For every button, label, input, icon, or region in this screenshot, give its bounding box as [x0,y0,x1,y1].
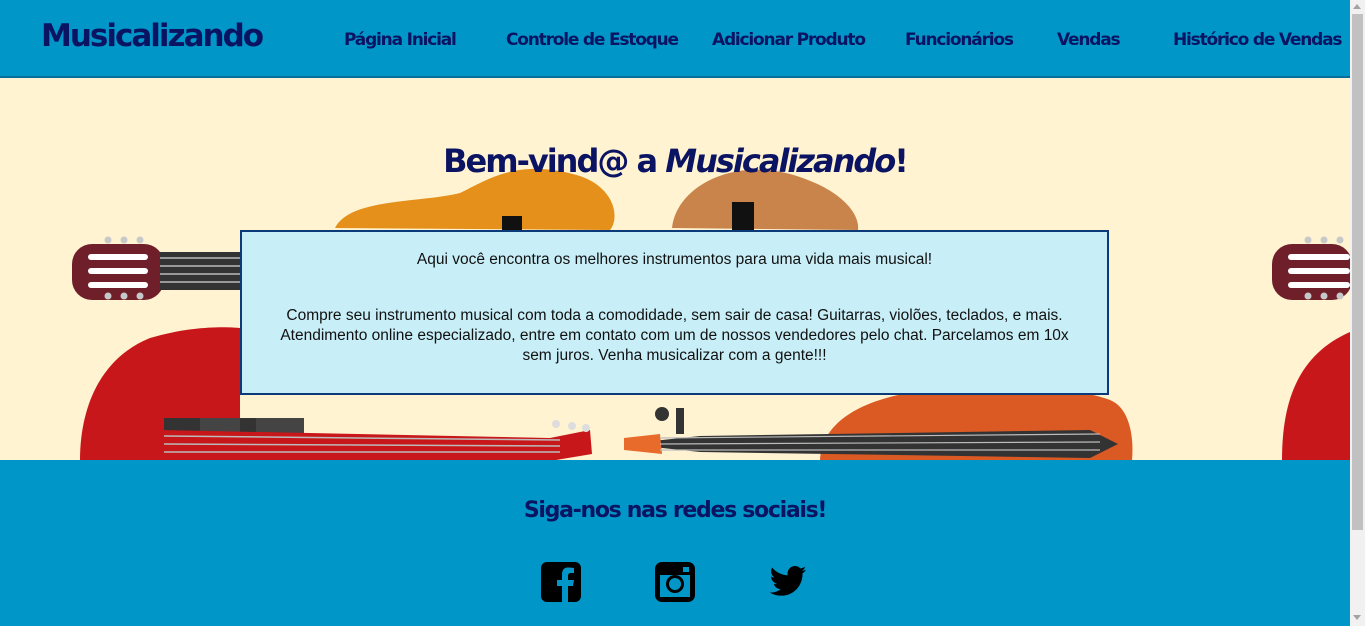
welcome-brand: Musicalizando [665,142,896,180]
hero-section: Bem-vind@ a Musicalizando! Aqui você enc… [0,78,1350,460]
footer: Siga-nos nas redes sociais! [0,460,1350,626]
scrollbar-thumb[interactable] [1352,14,1363,530]
welcome-suffix: ! [894,142,909,180]
nav-controle-estoque[interactable]: Controle de Estoque [506,30,679,50]
nav-vendas[interactable]: Vendas [1057,30,1121,50]
header: Musicalizando Página Inicial Controle de… [0,0,1350,78]
nav-adicionar-produto[interactable]: Adicionar Produto [712,30,866,50]
welcome-prefix: Bem-vind@ a [443,142,666,180]
description-text: Compre seu instrumento musical com toda … [280,307,1069,364]
vertical-scrollbar[interactable] [1350,0,1365,626]
facebook-icon[interactable] [541,562,581,602]
left-guitar-headstock [72,236,242,300]
info-box: Aqui você encontra os melhores instrumen… [240,230,1109,395]
nav-historico-vendas[interactable]: Histórico de Vendas [1173,30,1343,50]
welcome-heading: Bem-vind@ a Musicalizando! [0,142,1350,180]
scroll-down-arrow-icon[interactable] [1353,615,1361,620]
twitter-icon[interactable] [768,562,808,602]
right-guitar-headstock [1272,236,1350,300]
intro-text: Aqui você encontra os melhores instrumen… [416,251,933,268]
nav-funcionarios[interactable]: Funcionários [905,30,1014,50]
instagram-icon[interactable] [655,562,695,602]
scroll-up-arrow-icon[interactable] [1353,4,1361,9]
nav-pagina-inicial[interactable]: Página Inicial [344,30,457,50]
site-logo[interactable]: Musicalizando [41,18,264,54]
footer-title: Siga-nos nas redes sociais! [523,498,828,523]
